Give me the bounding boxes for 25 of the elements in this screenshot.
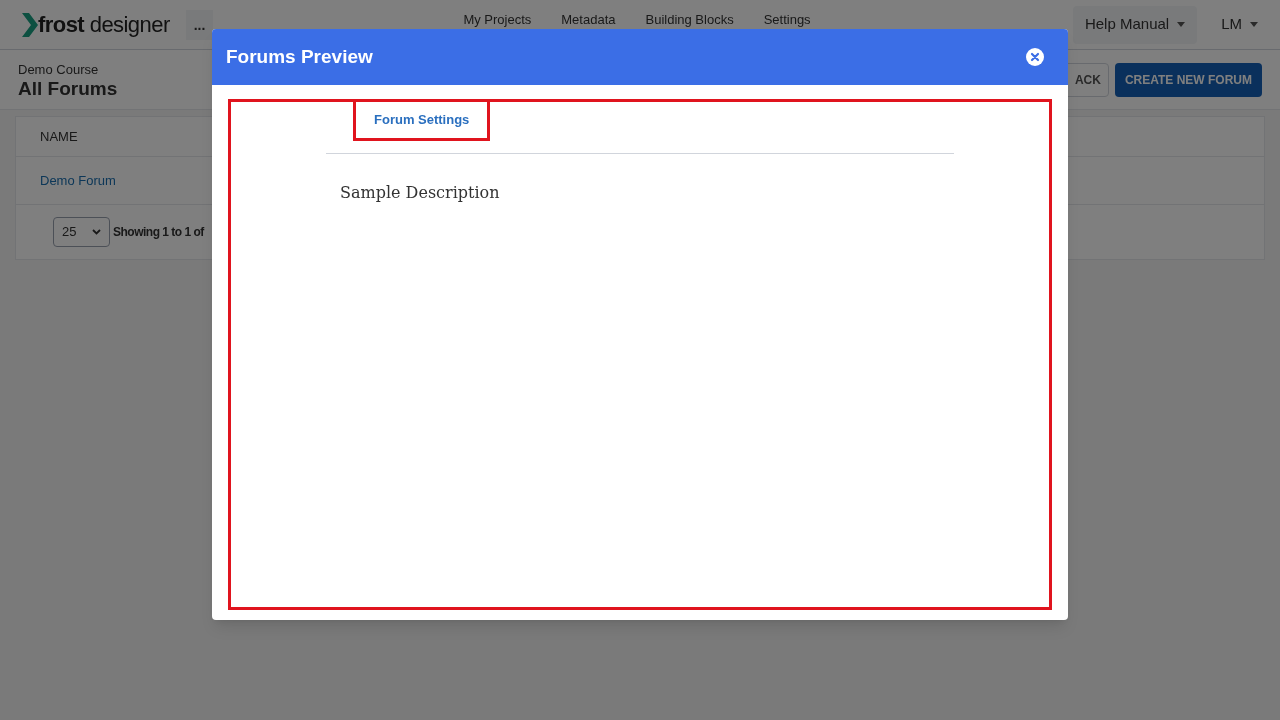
caret-icon (1250, 22, 1258, 27)
course-name: Demo Course (18, 60, 100, 79)
nav-link[interactable]: Building Blocks (645, 11, 734, 28)
logo-text: frost designer (38, 11, 170, 39)
nav-link[interactable]: My Projects (463, 11, 532, 28)
forum-link[interactable]: Demo Forum (40, 170, 116, 191)
dialog-title: Forums Preview (226, 44, 373, 69)
forum-description: Sample Description (340, 182, 501, 204)
caret-icon (1177, 22, 1186, 27)
showing-summary: Showing 1 to 1 of (113, 224, 204, 241)
close-button[interactable] (1026, 48, 1044, 66)
column-header: NAME (40, 127, 78, 146)
header-button[interactable]: CREATE NEW FORUM (1114, 62, 1262, 97)
help-menu[interactable]: Help Manual (1072, 5, 1198, 44)
settings-tab[interactable]: Forum Settings (353, 99, 491, 141)
page-title: All Forums (18, 79, 118, 100)
chevron-down-icon (92, 229, 101, 235)
more-button[interactable]: ... (185, 9, 214, 40)
logo[interactable]: frost designer (22, 8, 170, 41)
nav-link[interactable]: Settings (763, 11, 811, 28)
user-menu[interactable]: LM (1221, 13, 1258, 36)
page-size-select[interactable]: 25 (53, 217, 110, 247)
close-icon (1026, 48, 1044, 66)
chevron-logo-icon (22, 12, 38, 37)
nav-link[interactable]: Metadata (561, 11, 616, 28)
